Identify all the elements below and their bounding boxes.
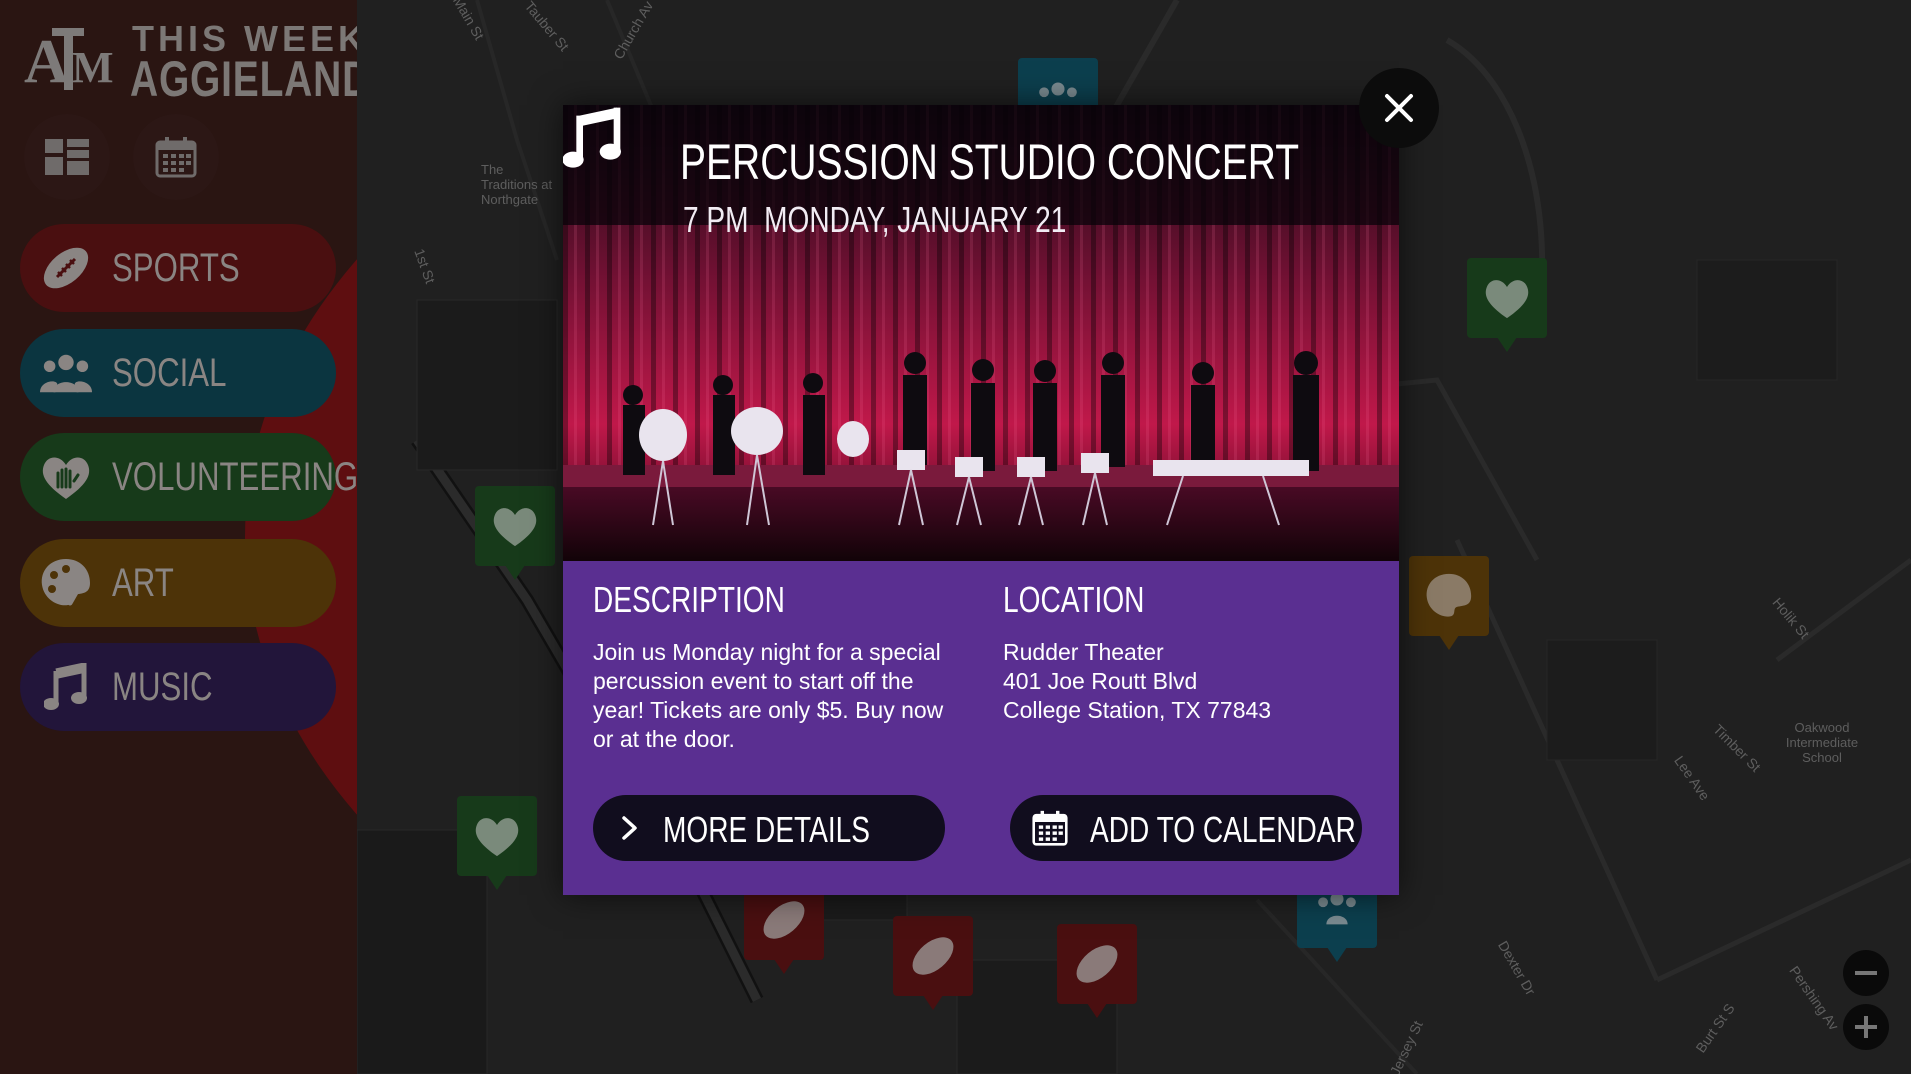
category-art-button[interactable]: ART	[20, 539, 336, 627]
add-to-calendar-button[interactable]: ADD TO CALENDAR	[1010, 795, 1362, 861]
category-art-label: ART	[112, 561, 174, 605]
pin-tip	[503, 562, 527, 580]
palette-icon	[1409, 556, 1489, 636]
pin-tip	[485, 872, 509, 890]
app-root: A M THIS WEEK IN AGGIELAND SPORTS SOCIAL…	[0, 0, 1911, 1074]
pin-tip	[1495, 334, 1519, 352]
heart-hand-icon	[457, 796, 537, 876]
svg-text:A: A	[24, 28, 69, 94]
volunteer-event-pin[interactable]	[457, 796, 537, 892]
category-volunteering-label: VOLUNTEERING	[112, 455, 359, 499]
more-details-label: MORE DETAILS	[663, 809, 871, 850]
pin-tip	[1437, 632, 1461, 650]
add-to-calendar-label: ADD TO CALENDAR	[1090, 809, 1356, 850]
heart-hand-icon	[1467, 258, 1547, 338]
calendar-icon	[155, 137, 197, 178]
pin-tip	[1325, 944, 1349, 962]
category-social-label: SOCIAL	[112, 351, 227, 395]
football-icon	[1057, 924, 1137, 1004]
close-modal-button[interactable]	[1359, 68, 1439, 148]
location-venue: Rudder Theater	[1003, 639, 1164, 665]
event-title: PERCUSSION STUDIO CONCERT	[680, 134, 1300, 190]
football-icon	[893, 916, 973, 996]
event-date: MONDAY, JANUARY 21	[764, 199, 1067, 240]
atm-logo-icon: A M	[24, 28, 114, 94]
music-note-icon	[563, 107, 621, 168]
volunteer-event-pin[interactable]	[475, 486, 555, 582]
grid-icon	[45, 139, 89, 175]
category-music-button[interactable]: MUSIC	[20, 643, 336, 731]
logo: A M THIS WEEK IN AGGIELAND	[22, 16, 422, 107]
calendar-view-button[interactable]	[133, 114, 219, 200]
event-datetime: 7 PM MONDAY, JANUARY 21	[683, 199, 1066, 241]
description-heading: DESCRIPTION	[593, 579, 785, 620]
art-event-pin[interactable]	[1409, 556, 1489, 652]
music-note-icon	[40, 661, 92, 713]
heart-hand-icon	[475, 486, 555, 566]
minus-icon	[1855, 971, 1877, 975]
place-label: The Traditions at Northgate	[481, 162, 553, 207]
event-location: Rudder Theater 401 Joe Routt Blvd Colleg…	[1003, 638, 1363, 725]
heart-hand-icon	[40, 451, 92, 503]
pin-tip	[921, 992, 945, 1010]
category-sports-label: SPORTS	[112, 246, 240, 290]
sports-event-pin[interactable]	[1057, 924, 1137, 1020]
svg-text:M: M	[72, 43, 114, 92]
location-heading: LOCATION	[1003, 579, 1145, 620]
sidebar: A M THIS WEEK IN AGGIELAND SPORTS SOCIAL…	[0, 0, 1799, 1074]
event-time: 7 PM	[683, 199, 749, 240]
people-icon	[40, 347, 92, 399]
calendar-icon	[1032, 810, 1068, 846]
logo-line-2: AGGIELAND	[130, 51, 372, 107]
event-modal: PERCUSSION STUDIO CONCERT 7 PM MONDAY, J…	[563, 105, 1399, 895]
location-city: College Station, TX 77843	[1003, 697, 1272, 723]
palette-icon	[40, 557, 92, 609]
close-icon	[1385, 94, 1413, 122]
chevron-right-icon	[622, 816, 637, 840]
plus-icon	[1855, 1016, 1877, 1038]
zoom-in-button[interactable]	[1843, 1004, 1889, 1050]
zoom-out-button[interactable]	[1843, 950, 1889, 996]
place-label: Oakwood Intermediate School	[1785, 720, 1859, 765]
category-volunteering-button[interactable]: VOLUNTEERING	[20, 433, 358, 521]
more-details-button[interactable]: MORE DETAILS	[593, 795, 945, 861]
event-description: Join us Monday night for a special percu…	[593, 639, 944, 752]
football-icon	[40, 242, 92, 294]
pin-tip	[772, 956, 796, 974]
sports-event-pin[interactable]	[893, 916, 973, 1012]
volunteer-event-pin[interactable]	[1467, 258, 1547, 354]
category-sports-button[interactable]: SPORTS	[20, 224, 336, 312]
grid-view-button[interactable]	[24, 114, 110, 200]
pin-tip	[1085, 1000, 1109, 1018]
location-street: 401 Joe Routt Blvd	[1003, 668, 1198, 694]
category-social-button[interactable]: SOCIAL	[20, 329, 336, 417]
event-hero-image: PERCUSSION STUDIO CONCERT 7 PM MONDAY, J…	[563, 105, 1399, 561]
category-music-label: MUSIC	[112, 665, 213, 709]
